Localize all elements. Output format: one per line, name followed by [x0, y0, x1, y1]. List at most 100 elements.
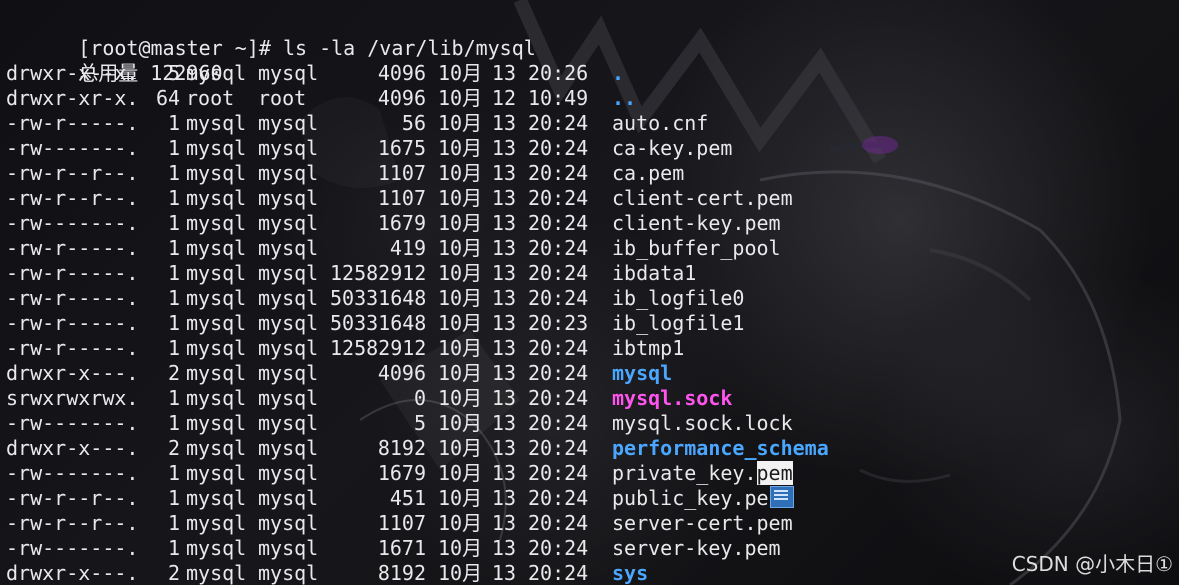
- month: 10月: [438, 461, 483, 485]
- file-name[interactable]: sys: [612, 561, 648, 585]
- file-name[interactable]: ib_logfile0: [612, 286, 744, 310]
- group: mysql: [258, 236, 319, 260]
- owner: mysql: [186, 461, 247, 485]
- file-name[interactable]: mysql.sock: [612, 386, 732, 410]
- listing-row: -rw-r-----. 1 mysql mysql 50331648 10月 13 20:24…: [6, 286, 829, 311]
- listing-row: -rw-r--r--. 1 mysql mysql 1107 10月 13 20:24 clie…: [6, 186, 829, 211]
- owner: mysql: [186, 186, 247, 210]
- permissions: -rw-r--r--.: [6, 486, 139, 510]
- file-name[interactable]: mysql.sock.lock: [612, 411, 793, 435]
- link-count: 1: [167, 311, 180, 335]
- file-name[interactable]: ..: [612, 86, 636, 110]
- file-size: 50331648: [330, 286, 427, 310]
- owner: mysql: [186, 311, 247, 335]
- file-name[interactable]: ibdata1: [612, 261, 696, 285]
- time: 20:24: [528, 436, 589, 460]
- time: 20:24: [528, 561, 589, 585]
- owner: mysql: [186, 536, 247, 560]
- day: 13: [491, 486, 516, 510]
- group: mysql: [258, 486, 319, 510]
- group: root: [258, 86, 307, 110]
- day: 13: [491, 111, 516, 135]
- csdn-watermark: CSDN @小木日①: [1011, 552, 1173, 576]
- terminal-window[interactable]: [root@master ~]# ls -la /var/lib/mysql 总…: [0, 0, 1179, 585]
- group: mysql: [258, 136, 319, 160]
- file-name[interactable]: private_key.: [612, 461, 757, 485]
- file-name[interactable]: server-key.pem: [612, 536, 781, 560]
- group: mysql: [258, 361, 319, 385]
- owner: mysql: [186, 411, 247, 435]
- permissions: -rw-r-----.: [6, 286, 139, 310]
- listing-row: -rw-------. 1 mysql mysql 1679 10月 13 20:24 priv…: [6, 461, 829, 486]
- permissions: drwxr-x--x.: [6, 61, 139, 85]
- selected-text[interactable]: pem: [756, 461, 793, 485]
- time: 20:24: [528, 461, 589, 485]
- file-size: 1671: [377, 536, 426, 560]
- file-name[interactable]: server-cert.pem: [612, 511, 793, 535]
- file-size: 1679: [377, 461, 426, 485]
- file-size: 451: [389, 486, 426, 510]
- time: 20:24: [528, 361, 589, 385]
- file-name[interactable]: ca.pem: [612, 161, 684, 185]
- group: mysql: [258, 336, 319, 360]
- permissions: -rw-------.: [6, 536, 139, 560]
- permissions: -rw-r-----.: [6, 336, 139, 360]
- month: 10月: [438, 361, 483, 385]
- link-count: 1: [167, 186, 180, 210]
- owner: mysql: [186, 386, 247, 410]
- file-name[interactable]: ibtmp1: [612, 336, 684, 360]
- command-prompt: [root@master ~]# ls -la /var/lib/mysql: [78, 36, 536, 60]
- group: mysql: [258, 186, 319, 210]
- group: mysql: [258, 536, 319, 560]
- permissions: -rw-------.: [6, 211, 139, 235]
- day: 13: [491, 536, 516, 560]
- month: 10月: [438, 211, 483, 235]
- file-name[interactable]: ib_logfile1: [612, 311, 744, 335]
- file-size: 50331648: [330, 311, 427, 335]
- time: 20:24: [528, 336, 589, 360]
- month: 10月: [438, 336, 483, 360]
- day: 13: [491, 136, 516, 160]
- file-name[interactable]: mysql: [612, 361, 672, 385]
- time: 20:24: [528, 386, 589, 410]
- link-count: 1: [167, 211, 180, 235]
- permissions: srwxrwxrwx.: [6, 386, 139, 410]
- time: 20:24: [528, 411, 589, 435]
- month: 10月: [438, 436, 483, 460]
- time: 20:24: [528, 536, 589, 560]
- month: 10月: [438, 386, 483, 410]
- link-count: 1: [167, 111, 180, 135]
- file-size: 12582912: [330, 336, 427, 360]
- file-name[interactable]: public_key.pe: [612, 486, 769, 510]
- month: 10月: [438, 511, 483, 535]
- month: 10月: [438, 486, 483, 510]
- listing-row: -rw-------. 1 mysql mysql 5 10月 13 20:24 mysql.s…: [6, 411, 829, 436]
- listing-row: -rw-r-----. 1 mysql mysql 12582912 10月 13 20:24…: [6, 261, 829, 286]
- month: 10月: [438, 61, 483, 85]
- ime-keyboard-icon[interactable]: [769, 486, 794, 508]
- listing-row: -rw-r-----. 1 mysql mysql 12582912 10月 13 20:24…: [6, 336, 829, 361]
- file-name[interactable]: .: [612, 61, 624, 85]
- month: 10月: [438, 86, 483, 110]
- listing-row: -rw-------. 1 mysql mysql 1671 10月 13 20:24 serv…: [6, 536, 829, 561]
- month: 10月: [438, 561, 483, 585]
- file-name[interactable]: performance_schema: [612, 436, 829, 460]
- file-name[interactable]: ca-key.pem: [612, 136, 732, 160]
- file-name[interactable]: ib_buffer_pool: [612, 236, 781, 260]
- file-name[interactable]: client-key.pem: [612, 211, 781, 235]
- group: mysql: [258, 261, 319, 285]
- command-prompt-line: [root@master ~]# ls -la /var/lib/mysql: [6, 11, 829, 60]
- owner: mysql: [186, 236, 247, 260]
- permissions: -rw-r--r--.: [6, 186, 139, 210]
- group: mysql: [258, 511, 319, 535]
- file-name[interactable]: client-cert.pem: [612, 186, 793, 210]
- file-name[interactable]: auto.cnf: [612, 111, 708, 135]
- month: 10月: [438, 311, 483, 335]
- day: 13: [491, 336, 516, 360]
- terminal-output[interactable]: [root@master ~]# ls -la /var/lib/mysql 总…: [6, 11, 829, 585]
- group: mysql: [258, 311, 319, 335]
- link-count: 1: [167, 336, 180, 360]
- listing-row: -rw-r--r--. 1 mysql mysql 451 10月 13 20:24 publi…: [6, 486, 829, 511]
- link-count: 1: [167, 511, 180, 535]
- file-size: 1107: [377, 186, 426, 210]
